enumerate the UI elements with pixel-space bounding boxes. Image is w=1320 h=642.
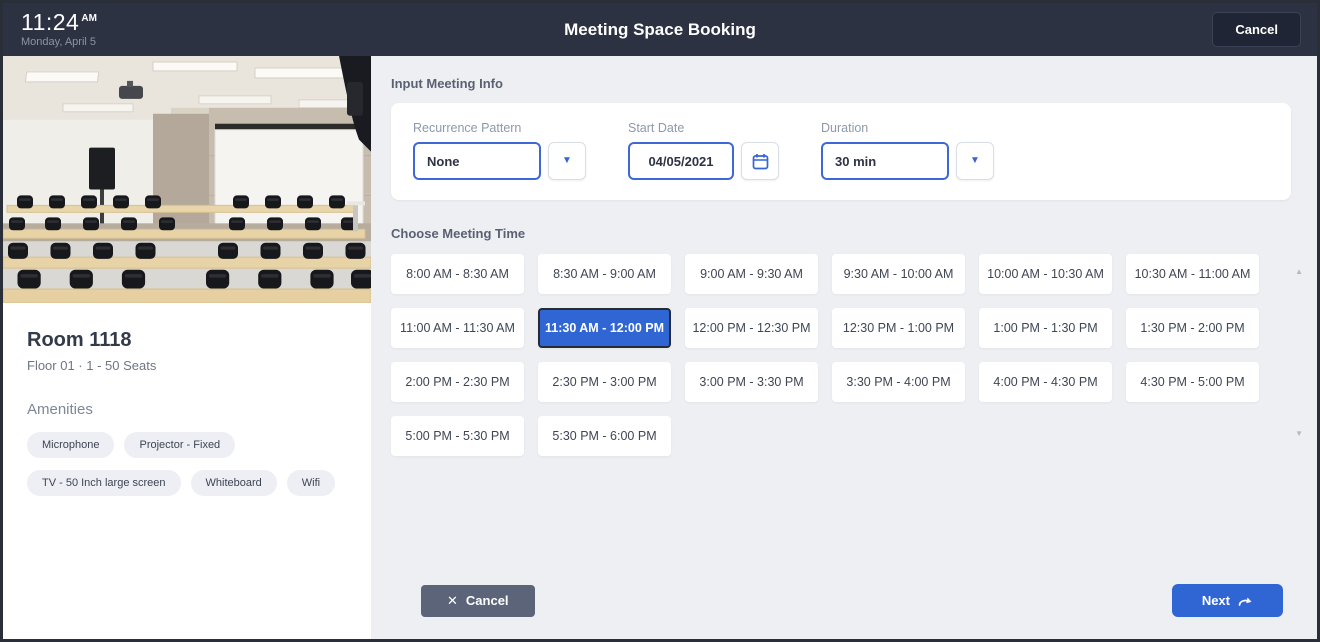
- recurrence-field: Recurrence Pattern ▼: [413, 121, 586, 180]
- booking-form-panel: Input Meeting Info Recurrence Pattern ▼ …: [371, 56, 1317, 639]
- duration-field: Duration ▼: [821, 121, 994, 180]
- recurrence-input[interactable]: [413, 142, 541, 180]
- scroll-down-icon[interactable]: ▼: [1295, 430, 1303, 438]
- time-slot[interactable]: 2:30 PM - 3:00 PM: [538, 362, 671, 402]
- amenity-chip: Microphone: [27, 432, 115, 458]
- room-details: Floor 01 · 1 - 50 Seats: [27, 358, 157, 373]
- calendar-button[interactable]: [741, 142, 779, 180]
- header-bar: 11:24 AM Monday, April 5 Meeting Space B…: [3, 3, 1317, 56]
- duration-dropdown-button[interactable]: ▼: [956, 142, 994, 180]
- close-icon: ✕: [447, 592, 458, 608]
- duration-input[interactable]: [821, 142, 949, 180]
- time-slot[interactable]: 10:30 AM - 11:00 AM: [1126, 254, 1259, 294]
- clock-meridiem: AM: [81, 13, 97, 24]
- time-slot[interactable]: 3:30 PM - 4:00 PM: [832, 362, 965, 402]
- scroll-up-icon[interactable]: ▲: [1295, 268, 1303, 276]
- input-meeting-info-label: Input Meeting Info: [391, 76, 503, 91]
- header-cancel-button[interactable]: Cancel: [1212, 12, 1301, 47]
- time-slot[interactable]: 9:00 AM - 9:30 AM: [685, 254, 818, 294]
- time-slot-grid: 8:00 AM - 8:30 AM 8:30 AM - 9:00 AM 9:00 A…: [391, 254, 1291, 456]
- start-date-label: Start Date: [628, 121, 685, 135]
- chevron-down-icon: ▼: [970, 155, 980, 166]
- time-slot[interactable]: 5:30 PM - 6:00 PM: [538, 416, 671, 456]
- time-slot[interactable]: 2:00 PM - 2:30 PM: [391, 362, 524, 402]
- room-photo: [3, 56, 371, 303]
- footer-actions: ✕ Cancel Next: [391, 584, 1291, 625]
- room-name: Room 1118: [27, 329, 132, 351]
- time-slot[interactable]: 3:00 PM - 3:30 PM: [685, 362, 818, 402]
- next-button-label: Next: [1201, 593, 1230, 608]
- booking-window: 11:24 AM Monday, April 5 Meeting Space B…: [0, 0, 1320, 642]
- clock-time: 11:24: [21, 9, 80, 35]
- time-slot[interactable]: 5:00 PM - 5:30 PM: [391, 416, 524, 456]
- recurrence-dropdown-button[interactable]: ▼: [548, 142, 586, 180]
- time-slot[interactable]: 9:30 AM - 10:00 AM: [832, 254, 965, 294]
- time-slot[interactable]: 10:00 AM - 10:30 AM: [979, 254, 1112, 294]
- time-slot[interactable]: 11:00 AM - 11:30 AM: [391, 308, 524, 348]
- chevron-down-icon: ▼: [562, 155, 572, 166]
- time-slot[interactable]: 4:00 PM - 4:30 PM: [979, 362, 1112, 402]
- recurrence-label: Recurrence Pattern: [413, 121, 522, 135]
- amenity-chip: Whiteboard: [190, 470, 277, 496]
- time-slot[interactable]: 1:00 PM - 1:30 PM: [979, 308, 1112, 348]
- amenities-list: Microphone Projector - Fixed TV - 50 Inch …: [27, 432, 347, 496]
- calendar-icon: [752, 153, 768, 169]
- time-slot-selected[interactable]: 11:30 AM - 12:00 PM: [538, 308, 671, 348]
- cancel-button[interactable]: ✕ Cancel: [421, 584, 535, 617]
- amenities-label: Amenities: [27, 401, 93, 418]
- amenity-chip: TV - 50 Inch large screen: [27, 470, 181, 496]
- amenity-chip: Projector - Fixed: [124, 432, 236, 458]
- meeting-info-card: Recurrence Pattern ▼ Start Date: [391, 103, 1291, 200]
- time-slot[interactable]: 1:30 PM - 2:00 PM: [1126, 308, 1259, 348]
- cancel-button-label: Cancel: [465, 593, 509, 608]
- next-button[interactable]: Next: [1171, 584, 1283, 617]
- time-slot[interactable]: 8:00 AM - 8:30 AM: [391, 254, 524, 294]
- clock-date: Monday, April 5: [21, 36, 97, 48]
- duration-label: Duration: [821, 121, 869, 135]
- next-arrow-icon: [1238, 597, 1252, 606]
- time-slot-area: 8:00 AM - 8:30 AM 8:30 AM - 9:00 AM 9:00 A…: [391, 254, 1303, 456]
- time-slot[interactable]: 12:00 PM - 12:30 PM: [685, 308, 818, 348]
- page-title: Meeting Space Booking: [564, 19, 756, 39]
- clock: 11:24 AM Monday, April 5: [3, 11, 97, 48]
- start-date-field: Start Date: [628, 121, 779, 180]
- time-slot[interactable]: 8:30 AM - 9:00 AM: [538, 254, 671, 294]
- amenity-chip: Wifi: [286, 470, 336, 496]
- room-panel: Room 1118 Floor 01 · 1 - 50 Seats Amenit…: [3, 56, 371, 639]
- start-date-input[interactable]: [628, 142, 734, 180]
- choose-meeting-time-label: Choose Meeting Time: [391, 226, 526, 241]
- time-slot[interactable]: 12:30 PM - 1:00 PM: [832, 308, 965, 348]
- time-slot[interactable]: 4:30 PM - 5:00 PM: [1126, 362, 1259, 402]
